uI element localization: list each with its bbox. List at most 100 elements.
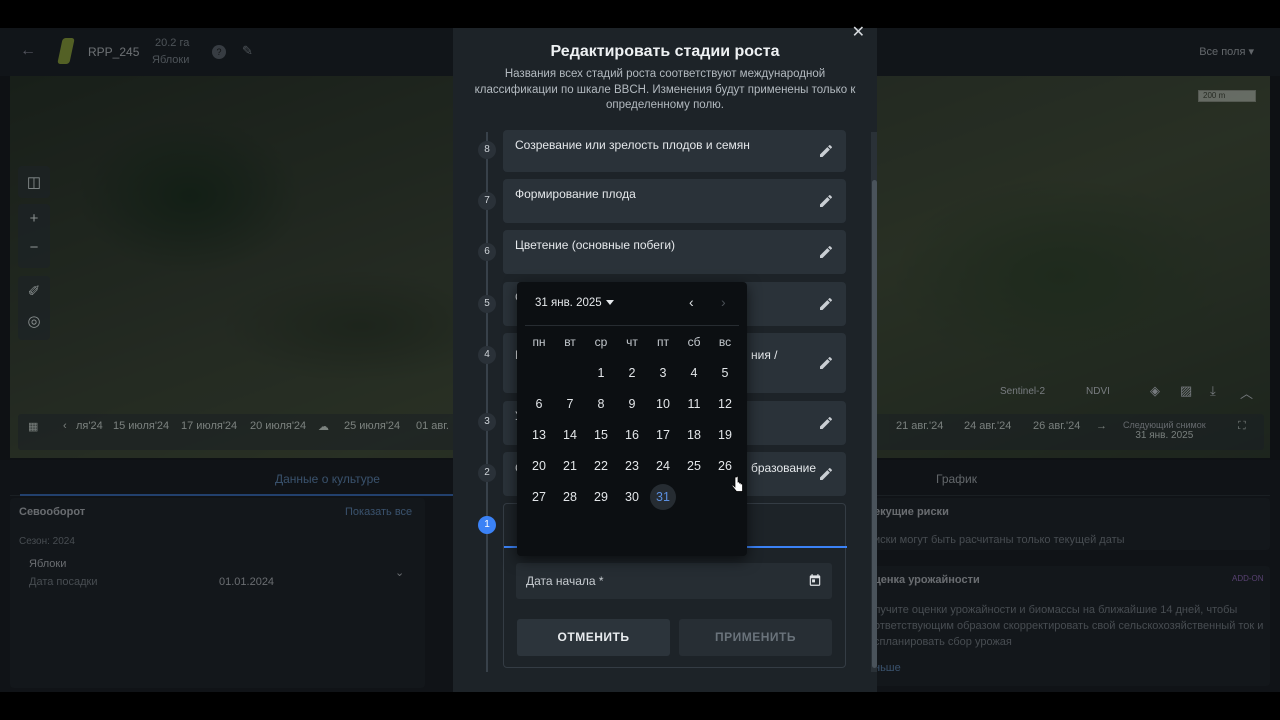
- compare-tool[interactable]: ◫: [18, 166, 50, 198]
- split-view-icon: ◫: [26, 174, 42, 191]
- scale-bar: 200 m: [1198, 90, 1256, 102]
- stage-item[interactable]: Формирование плода: [503, 179, 846, 223]
- day-cell[interactable]: 27: [526, 484, 552, 510]
- edit-icon[interactable]: [818, 415, 834, 431]
- day-cell[interactable]: 2: [619, 360, 645, 386]
- tab-crop-data[interactable]: Данные о культуре: [275, 472, 380, 486]
- timeline-date[interactable]: 21 авг.'24: [896, 420, 943, 432]
- edit-icon[interactable]: [818, 355, 834, 371]
- day-cell[interactable]: 7: [557, 391, 583, 417]
- day-cell[interactable]: 10: [650, 391, 676, 417]
- cancel-button[interactable]: ОТМЕНИТЬ: [517, 619, 670, 656]
- day-cell[interactable]: 20: [526, 453, 552, 479]
- image-icon[interactable]: ▨: [1180, 383, 1192, 399]
- next-image[interactable]: Следующий снимок 31 янв. 2025: [1123, 420, 1206, 441]
- help-icon[interactable]: ?: [212, 45, 226, 59]
- tab-chart[interactable]: График: [936, 472, 977, 486]
- stage-label-right: ния /: [751, 348, 778, 362]
- chevron-left-icon[interactable]: ‹: [689, 294, 694, 310]
- day-cell[interactable]: 6: [526, 391, 552, 417]
- show-all-link[interactable]: Показать все: [345, 506, 412, 518]
- edit-icon[interactable]: [818, 143, 834, 159]
- addon-badge: ADD-ON: [1232, 574, 1264, 583]
- chevron-down-icon[interactable]: ⌄: [395, 566, 404, 579]
- day-cell[interactable]: 18: [681, 422, 707, 448]
- scrollbar-thumb[interactable]: [872, 180, 877, 668]
- fullscreen-icon[interactable]: ⛶: [1238, 420, 1246, 433]
- day-cell[interactable]: 28: [557, 484, 583, 510]
- apply-button[interactable]: ПРИМЕНИТЬ: [679, 619, 832, 656]
- day-cell[interactable]: 3: [650, 360, 676, 386]
- weekday-label: сб: [687, 335, 701, 349]
- stage-item[interactable]: Цветение (основные побеги): [503, 230, 846, 274]
- day-cell[interactable]: 30: [619, 484, 645, 510]
- day-cell[interactable]: 5: [712, 360, 738, 386]
- timeline-next-icon[interactable]: →: [1096, 420, 1107, 432]
- layers-icon[interactable]: ◈: [1150, 383, 1160, 399]
- chevron-right-icon[interactable]: ›: [721, 294, 726, 310]
- month-year-label: 31 янв. 2025: [535, 297, 602, 309]
- all-fields-dropdown[interactable]: Все поля ▾: [1199, 45, 1254, 58]
- stage-number-active: 1: [478, 516, 496, 534]
- timeline-date[interactable]: 26 авг.'24: [1033, 420, 1080, 432]
- timeline-date[interactable]: 25 июля'24: [344, 420, 400, 432]
- day-cell[interactable]: 4: [681, 360, 707, 386]
- zoom-in-icon[interactable]: +: [18, 210, 50, 227]
- edit-icon[interactable]: [818, 193, 834, 209]
- day-cell[interactable]: 14: [557, 422, 583, 448]
- stage-label: Созревание или зрелость плодов и семян: [515, 138, 750, 152]
- day-cell[interactable]: 25: [681, 453, 707, 479]
- stage-number: 8: [478, 141, 496, 159]
- day-cell[interactable]: 21: [557, 453, 583, 479]
- risks-card: екущие риски иски могут быть расчитаны т…: [866, 498, 1270, 550]
- stage-number: 4: [478, 346, 496, 364]
- stage-item[interactable]: Созревание или зрелость плодов и семян: [503, 130, 846, 172]
- timeline-date[interactable]: ля'24: [76, 420, 103, 432]
- back-arrow-icon[interactable]: ←: [20, 42, 36, 60]
- more-link[interactable]: ньше: [874, 662, 901, 674]
- day-cell[interactable]: 23: [619, 453, 645, 479]
- timeline-prev-icon[interactable]: ‹: [63, 420, 67, 432]
- caret-down-icon: [605, 300, 614, 306]
- edit-icon[interactable]: [818, 296, 834, 312]
- weekday-label: пн: [532, 335, 546, 349]
- index-select[interactable]: NDVI: [1086, 386, 1110, 397]
- close-icon[interactable]: ✕: [852, 22, 865, 42]
- day-cell[interactable]: 11: [681, 391, 707, 417]
- calendar-icon[interactable]: ▦: [28, 420, 38, 433]
- timeline-date[interactable]: 17 июля'24: [181, 420, 237, 432]
- day-cell[interactable]: 8: [588, 391, 614, 417]
- day-cell[interactable]: 16: [619, 422, 645, 448]
- day-cell[interactable]: 13: [526, 422, 552, 448]
- timeline-date[interactable]: 20 июля'24: [250, 420, 306, 432]
- day-cell[interactable]: 17: [650, 422, 676, 448]
- stage-label-right: бразование: [751, 461, 817, 475]
- stage-label: Формирование плода: [515, 187, 636, 201]
- day-cell[interactable]: 12: [712, 391, 738, 417]
- locate-icon[interactable]: ◎: [18, 312, 50, 330]
- edit-icon[interactable]: [818, 466, 834, 482]
- day-selected[interactable]: 31: [650, 484, 676, 510]
- calendar-icon[interactable]: [808, 573, 822, 587]
- day-cell[interactable]: 19: [712, 422, 738, 448]
- collapse-icon[interactable]: ︿: [1240, 383, 1253, 402]
- day-cell[interactable]: 22: [588, 453, 614, 479]
- timeline-date[interactable]: 24 авг.'24: [964, 420, 1011, 432]
- edit-field-icon[interactable]: ✎: [242, 43, 253, 59]
- zoom-controls: + −: [18, 204, 50, 268]
- stage-number: 2: [478, 464, 496, 482]
- edit-icon[interactable]: [818, 244, 834, 260]
- start-date-field[interactable]: Дата начала *: [516, 563, 832, 599]
- day-cell[interactable]: 9: [619, 391, 645, 417]
- timeline-date[interactable]: 15 июля'24: [113, 420, 169, 432]
- ruler-icon[interactable]: ✐: [18, 282, 50, 300]
- day-cell[interactable]: 29: [588, 484, 614, 510]
- zoom-out-icon[interactable]: −: [18, 239, 50, 256]
- month-year-selector[interactable]: 31 янв. 2025: [535, 297, 614, 309]
- day-cell[interactable]: 24: [650, 453, 676, 479]
- day-cell[interactable]: 1: [588, 360, 614, 386]
- day-cell[interactable]: 15: [588, 422, 614, 448]
- download-icon[interactable]: ⤓: [1210, 383, 1216, 399]
- timeline-date[interactable]: 01 авг.: [416, 420, 449, 432]
- satellite-source[interactable]: Sentinel-2: [1000, 386, 1045, 397]
